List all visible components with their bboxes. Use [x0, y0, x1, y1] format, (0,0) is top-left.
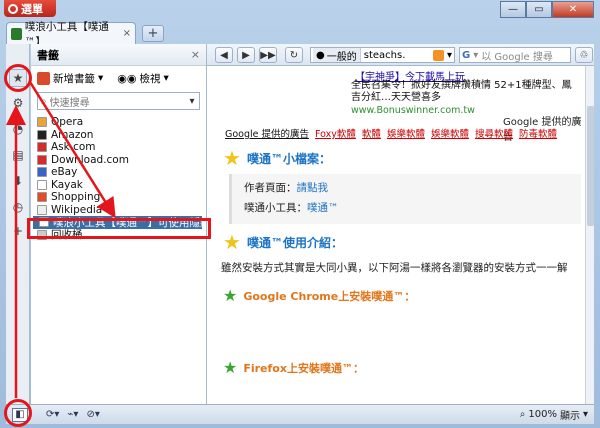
arrow-to-bookmark	[28, 81, 116, 219]
annotation-arrows	[5, 81, 116, 398]
